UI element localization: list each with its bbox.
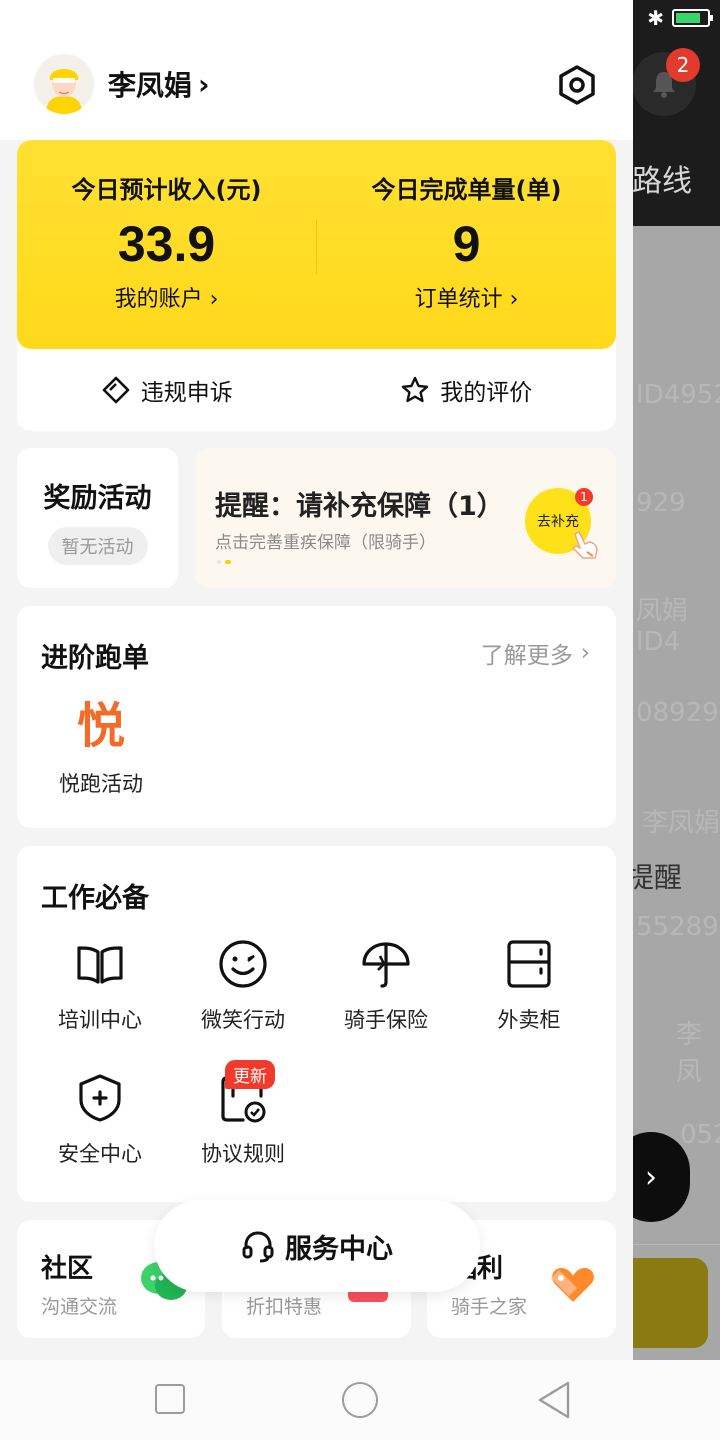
welfare-subtitle: 骑手之家 [451,1296,528,1318]
yue-icon: 悦 [76,698,125,754]
notification-badge: 2 [666,48,700,82]
home-button[interactable] [342,1382,378,1418]
recent-apps-button[interactable] [155,1384,185,1414]
smile-action-item[interactable]: 微笑行动 [172,938,314,1034]
community-subtitle: 沟通交流 [41,1296,118,1318]
book-icon [77,946,123,984]
learn-more-label: 了解更多 [480,643,573,669]
watermark-text: ID4952 [636,380,720,410]
discount-subtitle: 折扣特惠 [246,1296,323,1318]
system-navigation-bar [0,1360,720,1440]
headset-icon [242,1231,274,1263]
training-center-label: 培训中心 [58,1008,142,1032]
rider-insurance-label: 骑手保险 [344,1008,428,1032]
watermark-text: 929 [636,488,686,518]
work-essentials-card: 工作必备 培训中心 微笑行动 骑手保险 外卖柜 安全中心 协议规则 [17,846,616,1202]
user-name-text: 李凤娟 [108,69,193,102]
safety-center-item[interactable]: 安全中心 [29,1072,171,1168]
diamond-flag-icon [102,376,130,404]
yue-run-label: 悦跑活动 [59,772,143,796]
community-title: 社区 [41,1254,94,1284]
earnings-card: 今日预计收入(元) 33.9 我的账户 › 今日完成单量(单) 9 订单统计 ›… [17,140,616,431]
watermark-text: 李凤 [676,1020,703,1087]
side-drawer: 李凤娟 › 今日预计收入(元) 33.9 我的账户 › 今日完成单量(单) 9 … [0,0,633,1360]
divider [632,1244,720,1245]
reward-title: 奖励活动 [43,483,152,514]
umbrella-icon [362,942,410,988]
shield-plus-icon [79,1074,121,1122]
reward-status-tag: 暂无活动 [47,527,148,565]
income-value: 33.9 [117,216,216,272]
settings-icon[interactable] [556,64,598,106]
rating-button[interactable]: 我的评价 [317,349,617,431]
smile-icon [219,940,267,988]
watermark-text: 052 [680,1120,720,1150]
reminder-badge: 1 [575,488,593,506]
orders-label: 今日完成单量(单) [371,176,562,204]
service-center-label: 服务中心 [285,1233,393,1265]
advance-title: 进阶跑单 [41,643,149,674]
account-link[interactable]: 我的账户 › [17,281,316,313]
income-section[interactable]: 今日预计收入(元) 33.9 我的账户 › [17,170,316,313]
chevron-right-icon: › [645,1159,657,1195]
yue-run-activity[interactable]: 悦 悦跑活动 [51,696,151,798]
rider-insurance-item[interactable]: 骑手保险 [315,938,457,1034]
appeal-button[interactable]: 违规申诉 [17,349,317,431]
appeal-label: 违规申诉 [140,380,233,406]
avatar[interactable] [34,54,94,114]
advance-running-card: 进阶跑单 了解更多 › 悦 悦跑活动 [17,606,616,828]
remind-label: 提醒 [626,861,683,894]
watermark-text: 李凤娟 [642,808,720,838]
back-button[interactable] [536,1380,572,1420]
carousel-indicator [217,560,231,564]
earnings-summary: 今日预计收入(元) 33.9 我的账户 › 今日完成单量(单) 9 订单统计 › [17,140,616,349]
user-name[interactable]: 李凤娟 › [108,64,210,104]
watermark-text: 08929 [636,698,719,728]
star-icon [402,376,429,403]
order-stats-link[interactable]: 订单统计 › [317,281,616,313]
insurance-reminder-banner[interactable]: 提醒：请补充保障（1） 点击完善重疾保障（限骑手） 去补充 1 [195,448,616,588]
watermark-text: 552892 [636,912,720,942]
chevron-right-icon: › [198,67,210,101]
reminder-subtitle: 点击完善重疾保障（限骑手） [215,533,436,553]
reward-activity-card[interactable]: 奖励活动 暂无活动 [17,448,178,588]
delivery-locker-item[interactable]: 外卖柜 [458,938,600,1034]
route-label: 路线 [632,164,692,199]
income-label: 今日预计收入(元) [71,176,262,204]
rating-label: 我的评价 [440,380,533,406]
smile-action-label: 微笑行动 [201,1008,285,1032]
learn-more-link[interactable]: 了解更多 › [481,636,590,670]
service-center-button[interactable]: 服务中心 [154,1200,480,1292]
delivery-locker-label: 外卖柜 [497,1008,561,1032]
battery-icon [672,9,713,27]
orders-value: 9 [452,216,481,272]
bluetooth-icon: ✱ [647,6,664,30]
hand-pointer-icon [571,530,598,559]
training-center-item[interactable]: 培训中心 [29,938,171,1034]
locker-icon [507,940,551,988]
watermark-text: 凤娟ID4 [636,596,689,657]
rider-avatar-icon [34,54,94,114]
agreement-rules-label: 协议规则 [201,1142,285,1166]
reminder-title: 提醒：请补充保障（1） [215,491,504,522]
earnings-actions: 违规申诉 我的评价 [17,349,616,431]
safety-center-label: 安全中心 [58,1142,142,1166]
heart-tag-icon [551,1268,594,1302]
chevron-right-icon: › [580,640,590,666]
work-essentials-title: 工作必备 [41,883,149,914]
status-bar: ✱ [647,6,713,30]
drawer-header [0,0,633,140]
orders-section[interactable]: 今日完成单量(单) 9 订单统计 › [317,170,616,313]
update-badge: 更新 [225,1060,275,1089]
